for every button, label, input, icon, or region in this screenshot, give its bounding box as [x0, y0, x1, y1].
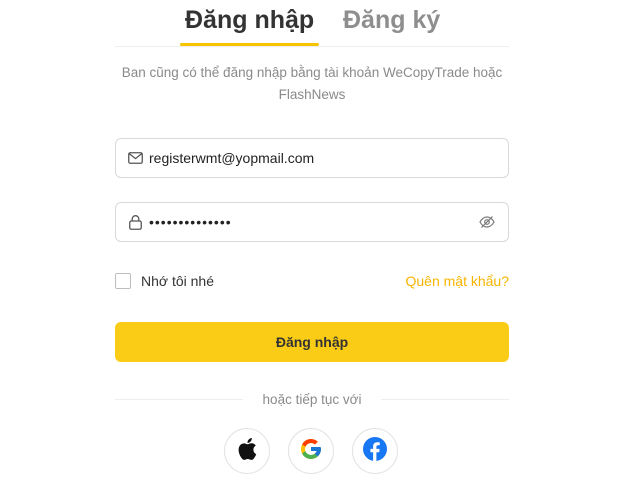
- tab-register[interactable]: Đăng ký: [343, 5, 440, 35]
- social-divider: hoặc tiếp tục với: [115, 391, 509, 409]
- lock-icon: [127, 214, 143, 230]
- auth-tabs: Đăng nhập Đăng ký: [115, 0, 509, 47]
- apple-icon: [237, 437, 257, 466]
- forgot-password-link[interactable]: Quên mật khẩu?: [405, 273, 509, 289]
- apple-login-button[interactable]: [224, 428, 270, 474]
- google-login-button[interactable]: [288, 428, 334, 474]
- email-field: [115, 138, 509, 178]
- login-button[interactable]: Đăng nhập: [115, 322, 509, 362]
- divider-text: hoặc tiếp tục với: [262, 392, 362, 407]
- mail-icon: [127, 150, 143, 166]
- remember-me[interactable]: Nhớ tôi nhé: [115, 273, 214, 289]
- email-input[interactable]: [149, 143, 508, 173]
- eye-off-icon[interactable]: [478, 213, 496, 231]
- login-page: Đăng nhập Đăng ký Ban cũng có thể đăng n…: [0, 0, 617, 485]
- facebook-login-button[interactable]: [352, 428, 398, 474]
- google-icon: [299, 437, 323, 466]
- active-tab-indicator: [180, 43, 319, 46]
- password-field: [115, 202, 509, 242]
- facebook-icon: [363, 436, 387, 466]
- password-input[interactable]: [149, 207, 478, 237]
- tab-login[interactable]: Đăng nhập: [185, 5, 314, 35]
- remember-checkbox[interactable]: [115, 273, 131, 289]
- login-subtitle: Ban cũng có thể đăng nhập bằng tài khoản…: [121, 65, 503, 102]
- divider-line-right: [381, 399, 509, 400]
- remember-label: Nhớ tôi nhé: [141, 273, 215, 289]
